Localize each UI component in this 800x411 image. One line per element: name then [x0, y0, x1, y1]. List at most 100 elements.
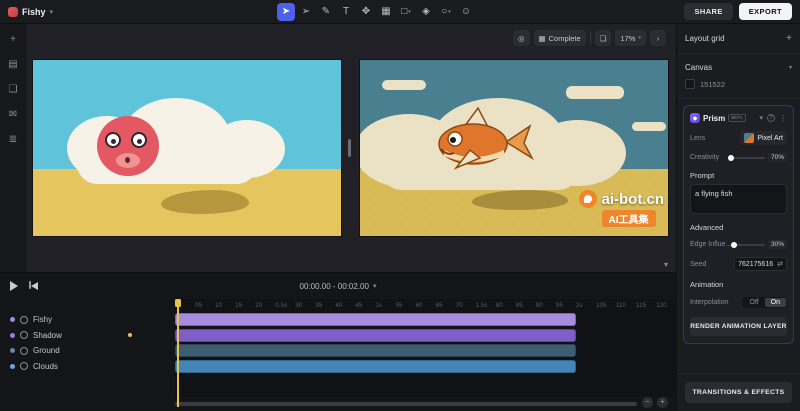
timeline-ruler[interactable]: 051015200.5s303540451s556065701.5s808590… — [175, 299, 676, 311]
project-menu[interactable]: Fishy ▾ — [8, 7, 53, 17]
complete-label: Complete — [549, 34, 581, 43]
direct-select-tool[interactable]: ➢ — [297, 3, 315, 21]
sticker-tool[interactable]: ☺ — [457, 3, 475, 21]
chevron-down-icon[interactable]: ▾ — [789, 64, 792, 71]
prism-gem-icon: ◆ — [690, 113, 700, 123]
playhead[interactable] — [177, 299, 179, 407]
track-name: Ground — [33, 346, 60, 355]
canvas-frame-sketch[interactable] — [33, 60, 341, 236]
timeline-bar-ground[interactable] — [175, 344, 576, 357]
chevron-down-icon[interactable]: ▾ — [759, 114, 763, 122]
creativity-label: Creativity — [690, 154, 719, 161]
left-rail: + ▤ ❏ ✉ ≣ — [0, 24, 26, 272]
right-panel: Layout grid + Canvas ▾ 151522 ◆ Prism — [676, 24, 800, 411]
ruler-tick: 05 — [195, 302, 215, 309]
interpolation-on-option[interactable]: On — [765, 298, 786, 307]
expand-right-button[interactable]: › — [650, 30, 666, 46]
timeline-bar-shadow[interactable] — [175, 329, 576, 342]
complete-button[interactable]: ▦ Complete — [534, 30, 586, 46]
track-row-clouds[interactable]: Clouds — [0, 360, 175, 373]
timeline-bar-clouds[interactable] — [175, 360, 576, 373]
watermark-tag: AI工具集 — [602, 210, 656, 227]
cloud — [382, 80, 426, 90]
seed-input[interactable]: 762175616 ⇄ — [734, 257, 787, 271]
ruler-tick: 65 — [436, 302, 456, 309]
canvas-area: ◎ ▦ Complete ❏ 17% ▾ › — [26, 24, 676, 272]
render-animation-layer-button[interactable]: RENDER ANIMATION LAYER — [690, 317, 787, 336]
lens-value: Pixel Art — [757, 135, 783, 142]
time-range-dropdown[interactable]: 00:00.00 - 00:02.00 ▾ — [300, 282, 377, 291]
chat-icon[interactable]: ✉ — [4, 105, 22, 123]
creativity-value: 70% — [768, 153, 787, 162]
transitions-effects-button[interactable]: TRANSITIONS & EFFECTS — [685, 382, 792, 403]
help-icon[interactable]: ? — [767, 114, 775, 122]
frames-icon[interactable]: ❏ — [4, 80, 22, 98]
visibility-icon[interactable] — [20, 362, 28, 370]
focus-icon-button[interactable]: ◎ — [513, 30, 530, 46]
track-name: Fishy — [33, 315, 52, 324]
ruler-tick: 90 — [536, 302, 556, 309]
track-bars — [175, 313, 676, 375]
cloud — [566, 86, 624, 99]
watermark-logo-icon — [579, 190, 597, 208]
skip-to-start-button[interactable] — [29, 281, 38, 292]
chevron-down-icon: ▾ — [638, 35, 641, 41]
canvas-section-label: Canvas — [685, 63, 712, 72]
edge-influence-slider[interactable] — [734, 244, 765, 246]
time-range-value: 00:00.00 - 00:02.00 — [300, 282, 369, 291]
timeline-bar-fishy[interactable] — [175, 313, 576, 326]
interpolation-label: Interpolation — [690, 299, 729, 306]
track-row-fishy[interactable]: Fishy — [0, 313, 175, 326]
layout-grid-label: Layout grid — [685, 34, 725, 43]
lens-thumbnail — [744, 133, 754, 143]
share-button[interactable]: SHARE — [684, 3, 732, 20]
move-tool[interactable]: ✥ — [357, 3, 375, 21]
collapse-chevron-icon[interactable]: ▾ — [664, 260, 668, 269]
advanced-label: Advanced — [690, 223, 787, 232]
visibility-icon[interactable] — [20, 316, 28, 324]
beta-badge: BETA — [728, 114, 745, 122]
interpolation-off-option[interactable]: Off — [743, 298, 764, 307]
ruler-tick: 80 — [496, 302, 516, 309]
timeline-zoom-in-button[interactable]: + — [657, 397, 668, 408]
fish-shadow — [472, 190, 568, 210]
folder-icon[interactable]: ▤ — [4, 55, 22, 73]
ruler-tick: 20 — [255, 302, 275, 309]
text-tool[interactable]: T — [337, 3, 355, 21]
shuffle-seed-icon[interactable]: ⇄ — [777, 260, 783, 268]
library-icon[interactable]: ≣ — [4, 130, 22, 148]
eraser-tool[interactable]: ◈ — [417, 3, 435, 21]
kebab-menu-icon[interactable]: ⋮ — [779, 114, 787, 123]
export-button[interactable]: EXPORT — [739, 3, 792, 20]
marquee-tool[interactable]: ▦ — [377, 3, 395, 21]
creativity-slider[interactable] — [731, 157, 765, 159]
track-row-ground[interactable]: Ground — [0, 344, 175, 357]
shape-tool[interactable]: □▾ — [397, 3, 415, 21]
add-layout-grid-button[interactable]: + — [786, 33, 792, 44]
ellipse-tool[interactable]: ○▾ — [437, 3, 455, 21]
track-color-dot — [10, 317, 15, 322]
ruler-tick: 60 — [416, 302, 436, 309]
add-icon[interactable]: + — [4, 30, 22, 48]
prompt-input[interactable]: a flying fish — [690, 184, 787, 214]
keyframe-indicator[interactable] — [128, 333, 132, 337]
play-button[interactable] — [10, 281, 18, 291]
lens-dropdown[interactable]: Pixel Art — [740, 131, 787, 145]
pages-icon-button[interactable]: ❏ — [595, 30, 612, 46]
timeline-scrollbar[interactable] — [175, 402, 637, 406]
visibility-icon[interactable] — [20, 331, 28, 339]
canvas-color-swatch[interactable] — [685, 79, 695, 89]
frames-resize-handle[interactable] — [348, 139, 351, 157]
zoom-value: 17% — [620, 34, 635, 43]
timeline-zoom-out-button[interactable]: − — [642, 397, 653, 408]
pen-tool[interactable]: ✎ — [317, 3, 335, 21]
zoom-dropdown[interactable]: 17% ▾ — [615, 30, 646, 46]
select-tool[interactable]: ➤ — [277, 3, 295, 21]
track-row-shadow[interactable]: Shadow — [0, 329, 175, 342]
character-shadow — [161, 190, 249, 214]
app-logo-icon — [8, 7, 18, 17]
visibility-icon[interactable] — [20, 347, 28, 355]
track-name: Clouds — [33, 362, 58, 371]
ruler-tick: 45 — [355, 302, 375, 309]
prism-title: Prism — [703, 114, 725, 123]
